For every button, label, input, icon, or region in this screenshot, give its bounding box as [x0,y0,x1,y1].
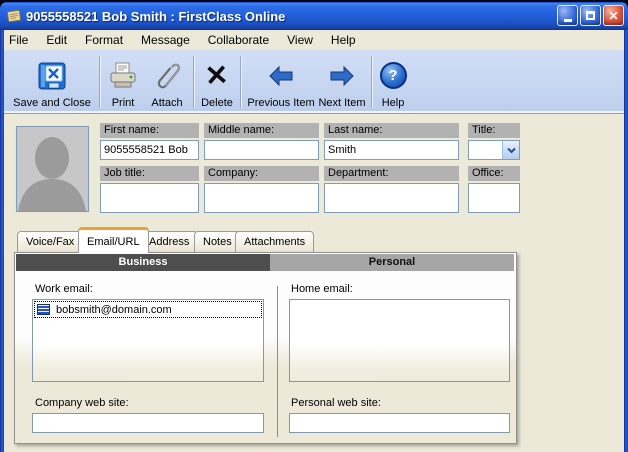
middle-name-label: Middle name: [204,123,319,138]
save-and-close-label: Save and Close [13,97,91,110]
previous-item-label: Previous Item [247,97,314,110]
personal-section-header: Personal [270,254,514,271]
titlebar[interactable]: 9055558521 Bob Smith : FirstClass Online… [0,2,628,30]
attach-button[interactable]: Attach [144,54,190,110]
toolbar-separator [193,56,194,108]
tab-notes[interactable]: Notes [194,231,241,253]
close-button[interactable]: ✕ [603,5,624,26]
company-input[interactable] [204,183,319,213]
previous-item-button[interactable]: Previous Item [244,54,318,110]
attach-icon [153,54,181,97]
home-email-list[interactable] [289,299,510,382]
last-name-label: Last name: [324,123,459,138]
next-item-button[interactable]: Next Item [316,54,368,110]
minimize-button[interactable] [557,5,578,26]
office-label: Office: [468,166,520,181]
close-icon: ✕ [608,10,618,22]
tab-email-url[interactable]: Email/URL [78,227,149,253]
company-web-label: Company web site: [35,397,129,409]
person-silhouette-icon [17,127,88,211]
print-label: Print [112,97,135,110]
contact-form: First name: Middle name: Last name: Titl… [4,114,624,452]
chevron-down-icon [507,147,516,154]
last-name-input[interactable] [324,140,459,160]
tab-attachments[interactable]: Attachments [235,231,314,253]
minimize-icon [564,19,572,22]
menu-help[interactable]: Help [322,31,365,49]
save-and-close-icon [36,54,68,97]
next-item-label: Next Item [318,97,365,110]
save-and-close-button[interactable]: Save and Close [8,54,96,110]
job-title-label: Job title: [100,166,199,181]
office-input[interactable] [468,183,520,213]
section-header: Business Personal [16,254,514,271]
help-label: Help [382,97,405,110]
menu-collaborate[interactable]: Collaborate [199,31,278,49]
help-icon: ? [380,54,407,97]
business-section-header: Business [16,254,270,271]
delete-label: Delete [201,97,233,110]
toolbar: Save and Close Print [4,50,624,114]
help-button[interactable]: ? Help [374,54,412,110]
menu-message[interactable]: Message [132,31,199,49]
email-address-icon [37,304,50,315]
window-border-right [624,30,628,452]
company-label: Company: [204,166,319,181]
department-label: Department: [324,166,459,181]
previous-item-icon [268,54,294,97]
toolbar-separator [99,56,100,108]
personal-web-input[interactable] [289,413,510,433]
menu-view[interactable]: View [278,31,322,49]
tab-voice-fax[interactable]: Voice/Fax [17,231,83,253]
work-email-entry[interactable]: bobsmith@domain.com [35,302,261,317]
personal-web-label: Personal web site: [291,397,381,409]
maximize-icon [586,11,595,20]
column-divider [277,286,278,437]
print-icon [108,54,138,97]
toolbar-separator [371,56,372,108]
next-item-icon [329,54,355,97]
title-label: Title: [468,123,520,138]
contact-photo[interactable] [16,126,89,212]
window-title: 9055558521 Bob Smith : FirstClass Online [26,9,285,24]
window-controls: ✕ [557,5,624,26]
first-name-label: First name: [100,123,199,138]
home-email-label: Home email: [291,283,353,295]
print-button[interactable]: Print [102,54,144,110]
work-email-entry-text: bobsmith@domain.com [56,304,172,316]
department-input[interactable] [324,183,459,213]
tab-address[interactable]: Address [140,231,198,253]
toolbar-separator [240,56,241,108]
menu-file[interactable]: File [4,31,37,49]
menu-bar: File Edit Format Message Collaborate Vie… [4,30,624,50]
first-name-input[interactable] [100,140,199,160]
menu-format[interactable]: Format [76,31,132,49]
middle-name-input[interactable] [204,140,319,160]
job-title-input[interactable] [100,183,199,213]
attach-label: Attach [151,97,182,110]
application-window: 9055558521 Bob Smith : FirstClass Online… [0,0,628,452]
maximize-button[interactable] [580,5,601,26]
title-select[interactable] [468,140,520,160]
company-web-input[interactable] [32,413,264,433]
app-icon [6,8,22,24]
work-email-label: Work email: [35,283,93,295]
delete-button[interactable]: ✕ Delete [196,54,238,110]
work-email-list[interactable]: bobsmith@domain.com [32,299,264,382]
title-select-button[interactable] [502,141,519,159]
email-url-panel: Business Personal Work email: bobsmith@d… [14,252,517,444]
delete-icon: ✕ [205,54,228,97]
menu-edit[interactable]: Edit [37,31,76,49]
